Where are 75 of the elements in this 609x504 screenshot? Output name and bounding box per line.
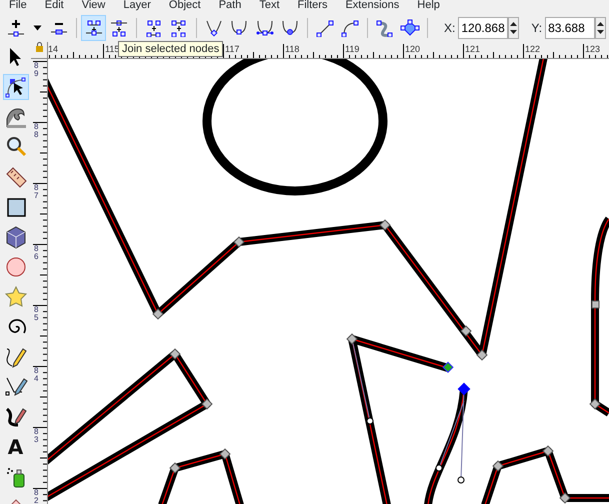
join-nodes-icon [84, 18, 104, 36]
stroke-to-path-icon [400, 18, 420, 36]
ruler-number: 89 [34, 62, 38, 77]
ruler-number: 88 [34, 123, 38, 138]
caret-icon [32, 24, 42, 30]
menu-item[interactable]: File [0, 0, 36, 13]
menu-item[interactable]: Filters [288, 0, 336, 13]
ruler-number: 84 [34, 367, 38, 382]
spinner-button[interactable] [595, 16, 606, 38]
menu-item[interactable]: Help [408, 0, 449, 13]
ruler-number: 122 [525, 44, 540, 54]
node-edit-icon [4, 75, 28, 99]
path-node[interactable] [219, 448, 231, 460]
ruler-number: 87 [34, 184, 38, 199]
selected-node[interactable] [458, 382, 470, 396]
ruler-number: 86 [34, 245, 38, 260]
ruler-number: 85 [34, 306, 38, 321]
auto-node-icon [280, 18, 300, 36]
path-node[interactable] [592, 300, 600, 308]
ruler-number: 83 [34, 428, 38, 443]
circle-icon [4, 255, 28, 279]
x-label: X: [444, 20, 456, 36]
join-nodes-button[interactable] [80, 14, 106, 40]
path-node[interactable] [379, 219, 391, 231]
path-node[interactable] [346, 333, 358, 345]
text-tool[interactable]: A [2, 434, 28, 460]
y-label: Y: [531, 20, 542, 36]
ruler-number: 82 [34, 489, 38, 504]
path-node[interactable] [460, 325, 472, 337]
handle-dot[interactable] [458, 476, 464, 484]
cube-icon [4, 225, 28, 249]
smooth-node-icon [229, 18, 250, 36]
path-node[interactable] [492, 460, 504, 472]
node-edit-tool[interactable] [2, 74, 28, 100]
handle-dot[interactable] [366, 418, 374, 424]
path-node[interactable] [169, 462, 181, 474]
x-coordinate-field[interactable]: 120.868 [458, 16, 508, 38]
path-node[interactable] [152, 308, 164, 320]
menu-item[interactable]: Layer [114, 0, 160, 13]
star-icon [4, 285, 28, 309]
path-node[interactable] [233, 236, 245, 248]
symmetric-node-icon [254, 18, 275, 36]
calligraphy-pen-icon [4, 405, 28, 429]
ruler-number: 123 [585, 44, 600, 54]
selected-node[interactable] [442, 362, 454, 373]
cusp-node-icon [204, 18, 224, 36]
path-node[interactable] [201, 398, 213, 410]
ruler-number: 118 [285, 44, 300, 54]
ruler-number: 117 [225, 44, 240, 54]
path-node[interactable] [169, 348, 181, 360]
tooltip: Join selected nodes [118, 41, 224, 57]
path-node[interactable] [559, 492, 571, 504]
object-to-path-icon [374, 18, 395, 36]
menu-item[interactable]: Path [210, 0, 250, 13]
menu-item[interactable]: Edit [36, 0, 73, 13]
ruler-number: 120 [405, 44, 420, 54]
y-coordinate-field[interactable]: 83.688 [545, 16, 596, 38]
menu-item[interactable]: Text [250, 0, 289, 13]
insert-node-icon [6, 18, 26, 36]
curve-segment-icon [340, 18, 360, 36]
handle-dot[interactable] [436, 464, 442, 472]
path-node[interactable] [542, 445, 554, 457]
path-node[interactable] [476, 349, 488, 361]
ruler-icon [4, 165, 28, 189]
spinner-button[interactable] [508, 16, 520, 38]
lock-icon[interactable] [34, 42, 44, 52]
break-node-icon [109, 18, 130, 36]
menu-item[interactable]: Object [160, 0, 210, 13]
path-node[interactable] [589, 398, 601, 410]
ruler-number: 121 [465, 44, 480, 54]
ruler-number: 119 [345, 44, 360, 54]
menu-item[interactable]: Extensions [336, 0, 408, 13]
line-segment-icon [314, 18, 335, 36]
ruler-number: 14 [48, 44, 58, 54]
menu-item[interactable]: View [72, 0, 114, 13]
